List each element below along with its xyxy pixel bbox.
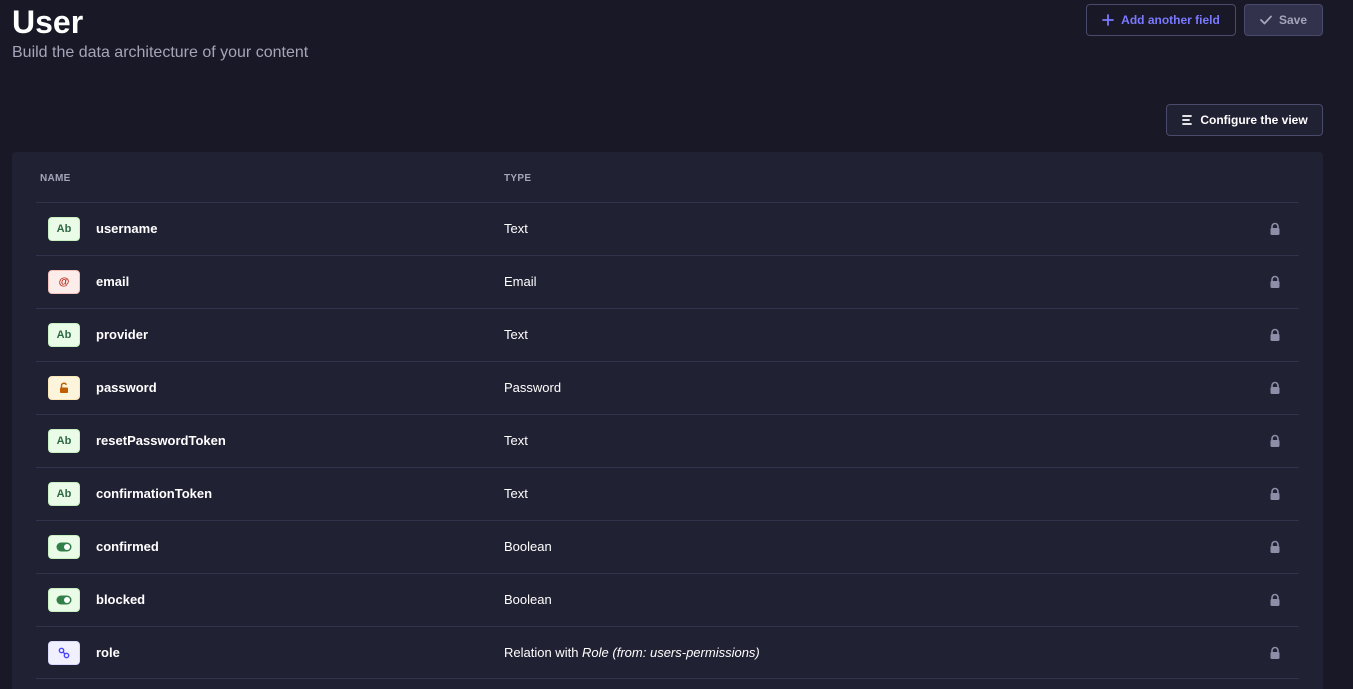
field-name: resetPasswordToken xyxy=(96,433,226,448)
link-icon xyxy=(58,647,70,659)
lock-icon xyxy=(1270,646,1280,659)
save-label: Save xyxy=(1278,13,1308,27)
relation-target: Role xyxy=(582,645,609,660)
field-name: confirmed xyxy=(96,539,159,554)
column-header-type: TYPE xyxy=(504,173,532,184)
relation-source: (from: users-permissions) xyxy=(608,645,760,660)
field-name: provider xyxy=(96,327,149,342)
table-row[interactable]: confirmed Boolean xyxy=(36,520,1299,573)
field-name: blocked xyxy=(96,592,146,607)
table-row[interactable]: Ab resetPasswordToken Text xyxy=(36,414,1299,467)
table-row[interactable]: Ab username Text xyxy=(36,202,1299,255)
table-row[interactable]: blocked Boolean xyxy=(36,573,1299,626)
table-body: Ab username Text @ email Email Ab provid… xyxy=(36,202,1299,679)
lock-icon xyxy=(1270,593,1280,606)
column-header-name: NAME xyxy=(40,173,71,184)
table-header: NAME TYPE xyxy=(12,152,1323,202)
lock-icon xyxy=(1270,328,1280,341)
field-name: username xyxy=(96,221,158,236)
boolean-type-icon xyxy=(48,535,80,559)
lock-icon xyxy=(1270,275,1280,288)
page-subtitle: Build the data architecture of your cont… xyxy=(12,44,309,61)
fields-table: NAME TYPE Ab username Text @ email Email… xyxy=(12,152,1323,689)
text-type-icon: Ab xyxy=(48,323,80,347)
plus-icon xyxy=(1102,14,1115,26)
field-type: Text xyxy=(504,486,528,501)
lock-icon xyxy=(1270,434,1280,447)
field-type: Email xyxy=(504,274,537,289)
field-type: Text xyxy=(504,221,528,236)
lock-icon xyxy=(1270,487,1280,500)
add-another-field-button[interactable]: Add another field xyxy=(1086,4,1236,36)
lock-icon xyxy=(1270,222,1280,235)
lock-icon xyxy=(1270,540,1280,553)
configure-view-button[interactable]: Configure the view xyxy=(1166,104,1323,136)
text-type-icon: Ab xyxy=(48,482,80,506)
relation-type-icon xyxy=(48,641,80,665)
email-type-icon: @ xyxy=(48,270,80,294)
field-name: confirmationToken xyxy=(96,486,213,501)
field-name: email xyxy=(96,274,130,289)
add-another-field-label: Add another field xyxy=(1121,13,1220,27)
check-icon xyxy=(1260,15,1272,25)
table-row[interactable]: role Relation with Role (from: users-per… xyxy=(36,626,1299,679)
field-name: role xyxy=(96,645,120,660)
field-name: password xyxy=(96,380,157,395)
text-type-icon: Ab xyxy=(48,429,80,453)
field-type: Text xyxy=(504,433,528,448)
field-type: Boolean xyxy=(504,592,552,607)
configure-view-label: Configure the view xyxy=(1200,113,1308,127)
text-type-icon: Ab xyxy=(48,217,80,241)
field-type: Boolean xyxy=(504,539,552,554)
password-type-icon xyxy=(48,376,80,400)
content-type-builder-page: User Build the data architecture of your… xyxy=(0,0,1353,689)
table-row[interactable]: password Password xyxy=(36,361,1299,414)
save-button[interactable]: Save xyxy=(1244,4,1323,36)
field-type: Text xyxy=(504,327,528,342)
toggle-icon xyxy=(56,542,72,552)
table-row[interactable]: Ab confirmationToken Text xyxy=(36,467,1299,520)
table-row[interactable]: Ab provider Text xyxy=(36,308,1299,361)
table-row[interactable]: @ email Email xyxy=(36,255,1299,308)
page-title: User xyxy=(12,4,84,40)
relation-prefix: Relation with xyxy=(504,645,583,660)
toggle-icon xyxy=(56,595,72,605)
unlocked-padlock-icon xyxy=(60,382,68,393)
list-settings-icon xyxy=(1182,115,1193,125)
lock-icon xyxy=(1270,381,1280,394)
field-type: Password xyxy=(504,380,562,395)
field-type: Relation with Role (from: users-permissi… xyxy=(504,645,760,660)
boolean-type-icon xyxy=(48,588,80,612)
